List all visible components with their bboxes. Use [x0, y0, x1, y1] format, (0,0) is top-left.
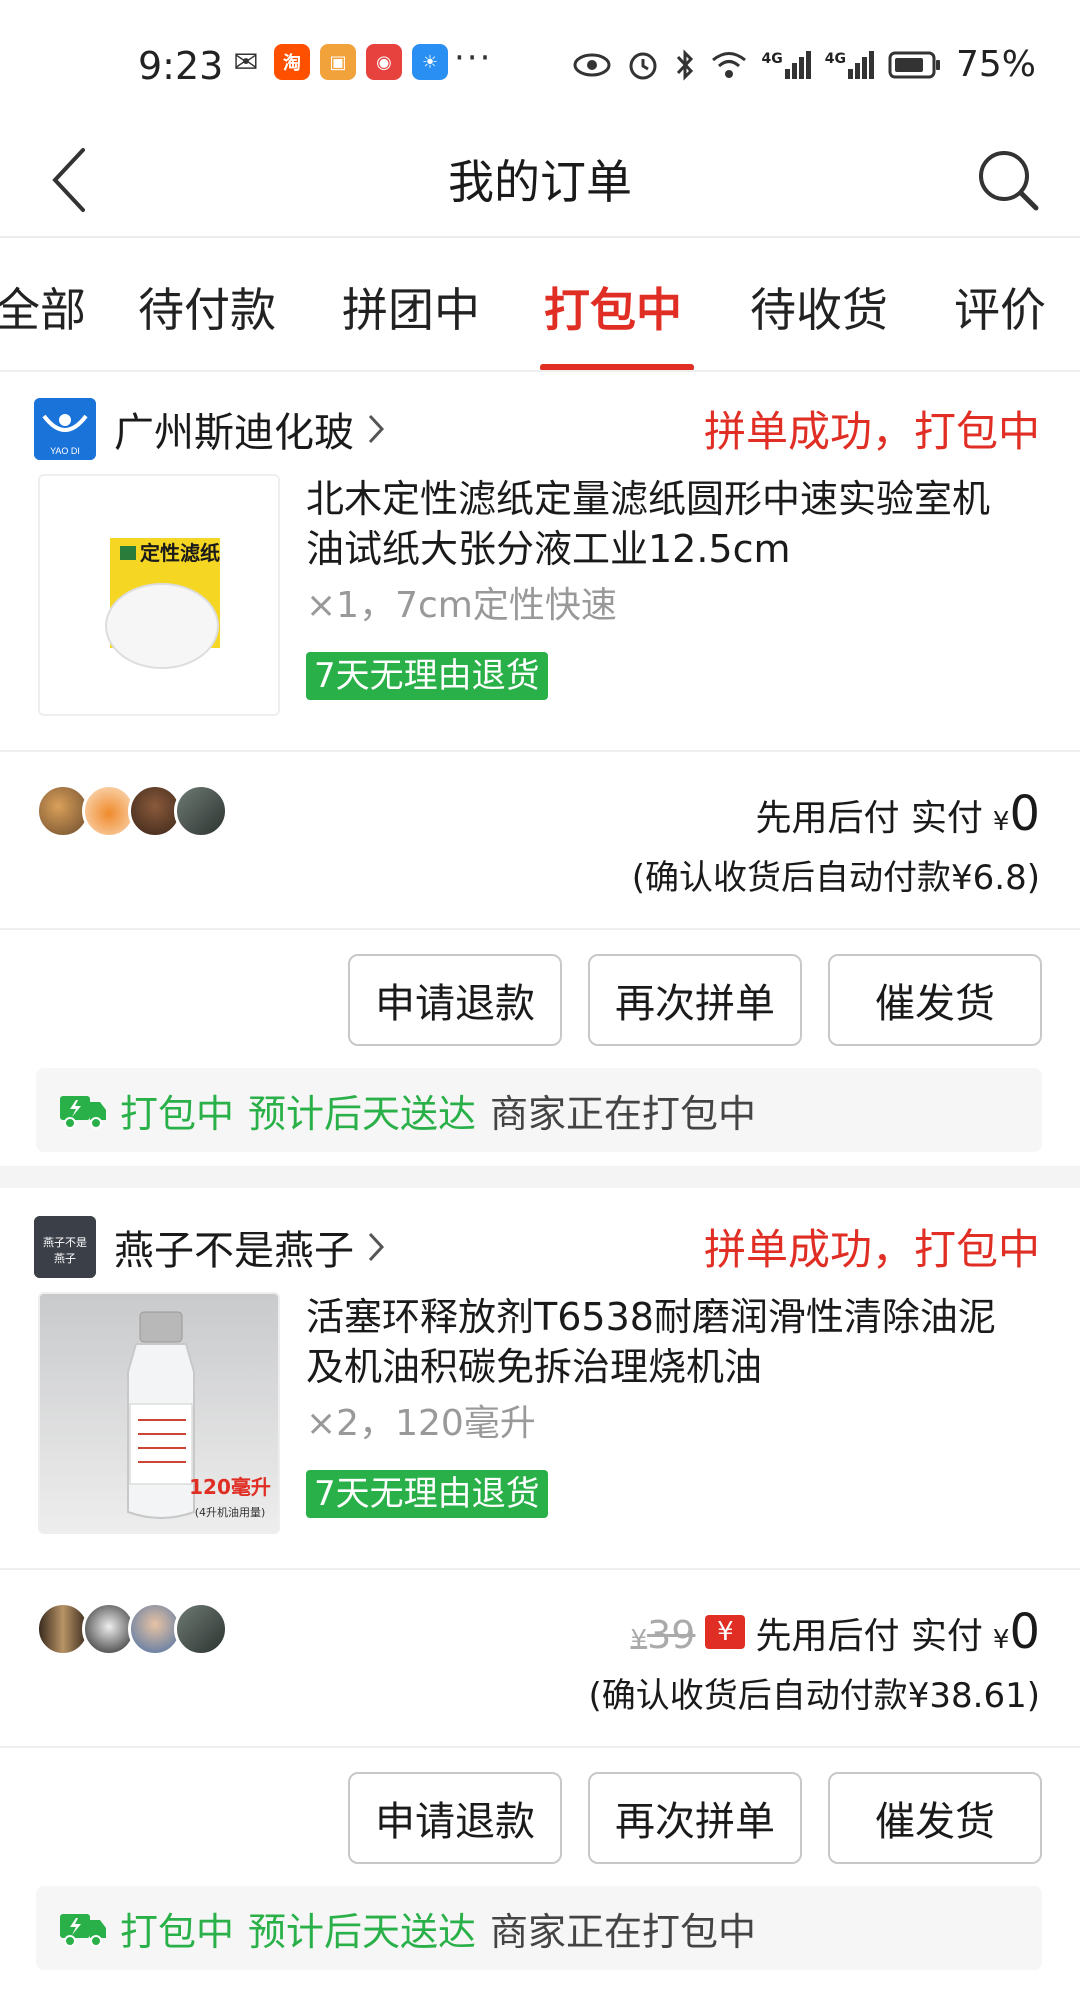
network-type-label: 4G	[761, 50, 783, 67]
shop-name: 燕子不是燕子	[114, 1228, 354, 1274]
payment-line: ¥39 ¥ 先用后付 实付 ¥0	[631, 1604, 1040, 1660]
alarm-icon	[629, 52, 657, 79]
group-again-button[interactable]: 再次拼单	[588, 954, 802, 1046]
page-title: 我的订单	[448, 155, 632, 209]
shipping-status-bar[interactable]: 打包中 预计后天送达 商家正在打包中	[36, 1886, 1042, 1970]
status-time: 9:23	[138, 44, 224, 88]
eye-icon	[573, 53, 611, 76]
currency-symbol: ¥	[992, 807, 1010, 837]
urge-shipment-button[interactable]: 催发货	[828, 1772, 1042, 1864]
product-spec: ×1，7cm定性快速	[306, 585, 617, 626]
product-thumbnail[interactable]: 定性滤纸	[38, 474, 280, 716]
shipping-note: 商家正在打包中	[490, 1091, 757, 1136]
tab-pending-receipt[interactable]: 待收货	[750, 274, 888, 340]
autopay-note: (确认收货后自动付款¥38.61)	[588, 1676, 1041, 1716]
request-refund-button[interactable]: 申请退款	[348, 1772, 562, 1864]
product-title[interactable]: 北木定性滤纸定量滤纸圆形中速实验室机油试纸大张分液工业12.5cm	[306, 474, 1026, 574]
active-tab-indicator	[540, 364, 694, 370]
system-icons: 4G 4G 75%	[572, 44, 1036, 85]
return-policy-badge: 7天无理由退货	[306, 1470, 548, 1518]
wechat-icon: ✉	[228, 44, 264, 80]
avatar	[174, 784, 228, 838]
search-icon	[979, 151, 1039, 211]
urge-shipment-button[interactable]: 催发货	[828, 954, 1042, 1046]
paid-amount: 0	[1009, 786, 1040, 842]
order-card: YAO DI 广州斯迪化玻 拼单成功，打包中 定性滤纸 北木定性滤纸定量滤纸圆形…	[0, 374, 1080, 1156]
delivery-estimate: 预计后天送达	[248, 1091, 477, 1136]
weather-icon: ☀	[412, 44, 448, 80]
svg-text:YAO DI: YAO DI	[50, 446, 80, 456]
delivery-truck-icon	[60, 1914, 106, 1947]
tab-pending-payment[interactable]: 待付款	[138, 274, 276, 340]
currency-symbol: ¥	[992, 1625, 1010, 1655]
status-bar: 9:23 ✉ 淘 ▣ ◉ ☀ ··· 4G 4G 75%	[0, 0, 1080, 124]
chevron-right-icon	[368, 414, 385, 444]
shop-logo-image: 燕子不是 燕子	[34, 1216, 96, 1278]
group-again-button[interactable]: 再次拼单	[588, 1772, 802, 1864]
svg-text:120毫升: 120毫升	[189, 1475, 271, 1499]
svg-text:(4升机油用量): (4升机油用量)	[195, 1505, 266, 1519]
group-avatars	[36, 1602, 228, 1656]
title-bar: 我的订单	[0, 124, 1080, 238]
payment-line: 先用后付 实付 ¥0	[755, 786, 1040, 842]
product-thumbnail[interactable]: 120毫升 (4升机油用量)	[38, 1292, 280, 1534]
divider	[0, 1568, 1080, 1570]
shop-logo: 燕子不是 燕子	[34, 1216, 96, 1278]
divider	[0, 1746, 1080, 1748]
section-separator	[0, 1166, 1080, 1188]
chevron-right-icon	[368, 1232, 385, 1262]
shipping-status: 打包中	[120, 1091, 235, 1136]
tab-all[interactable]: 全部	[0, 274, 86, 340]
network-type-label: 4G	[824, 50, 846, 67]
shop-logo: YAO DI	[34, 398, 96, 460]
svg-text:燕子不是: 燕子不是	[43, 1236, 87, 1249]
delivery-truck-icon	[60, 1096, 106, 1129]
signal-icon-1: 4G	[761, 50, 811, 79]
product-title[interactable]: 活塞环释放剂T6538耐磨润滑性清除油泥及机油积碳免拆治理烧机油	[306, 1292, 1026, 1392]
group-avatars	[36, 784, 228, 838]
bottle-image: 120毫升 (4升机油用量)	[40, 1294, 278, 1532]
huawei-app-icon: ◉	[366, 44, 402, 80]
svg-text:燕子: 燕子	[54, 1252, 76, 1265]
tab-packing[interactable]: 打包中	[544, 274, 682, 340]
divider	[0, 750, 1080, 752]
autopay-note: (确认收货后自动付款¥6.8)	[631, 858, 1040, 898]
return-policy-badge: 7天无理由退货	[306, 652, 548, 700]
order-status: 拼单成功，打包中	[703, 1225, 1040, 1274]
shop-name: 广州斯迪化玻	[114, 410, 354, 456]
shop-link[interactable]: YAO DI 广州斯迪化玻	[34, 398, 386, 460]
divider	[0, 928, 1080, 930]
filter-paper-image: 定性滤纸	[40, 476, 278, 714]
svg-text:定性滤纸: 定性滤纸	[140, 541, 220, 565]
battery-percent: 75%	[955, 44, 1036, 85]
product-spec: ×2，120毫升	[306, 1403, 536, 1444]
order-card: 燕子不是 燕子 燕子不是燕子 拼单成功，打包中 120毫升 (4升机油用量) 活…	[0, 1192, 1080, 1995]
notification-icons: ✉ 淘 ▣ ◉ ☀	[228, 44, 448, 80]
taobao-icon: 淘	[274, 44, 310, 80]
search-button[interactable]	[964, 136, 1054, 226]
pay-later-label: 先用后付 实付	[755, 798, 983, 839]
request-refund-button[interactable]: 申请退款	[348, 954, 562, 1046]
shop-logo-image: YAO DI	[34, 398, 96, 460]
wifi-icon	[711, 51, 746, 78]
wallet-icon: ▣	[320, 44, 356, 80]
bluetooth-icon	[676, 48, 693, 81]
paid-amount: 0	[1009, 1604, 1040, 1660]
pay-later-badge-icon: ¥	[705, 1615, 746, 1649]
order-status: 拼单成功，打包中	[703, 407, 1040, 456]
battery-icon	[888, 51, 940, 78]
tab-review[interactable]: 评价	[954, 274, 1046, 340]
avatar	[174, 1602, 228, 1656]
signal-icon-2: 4G	[824, 50, 874, 79]
shop-link[interactable]: 燕子不是 燕子 燕子不是燕子	[34, 1216, 386, 1278]
shipping-status: 打包中	[120, 1909, 235, 1954]
shipping-note: 商家正在打包中	[490, 1909, 757, 1954]
delivery-estimate: 预计后天送达	[248, 1909, 477, 1954]
original-price: ¥39	[630, 1613, 696, 1657]
tab-group-buying[interactable]: 拼团中	[342, 274, 480, 340]
shipping-status-bar[interactable]: 打包中 预计后天送达 商家正在打包中	[36, 1068, 1042, 1152]
order-tabs: 全部 待付款 拼团中 打包中 待收货 评价	[0, 240, 1080, 372]
pay-later-label: 先用后付 实付	[755, 1616, 983, 1657]
more-notifications-icon: ···	[454, 38, 493, 78]
